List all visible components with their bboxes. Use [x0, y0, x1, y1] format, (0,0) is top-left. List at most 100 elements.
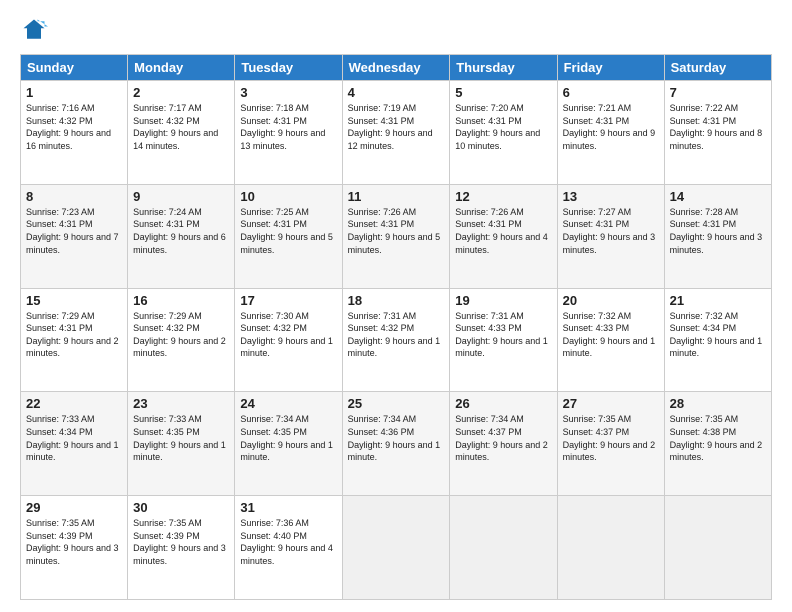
weekday-header-friday: Friday [557, 55, 664, 81]
day-number: 3 [240, 85, 336, 100]
day-info: Sunrise: 7:31 AM Sunset: 4:33 PM Dayligh… [455, 310, 551, 360]
calendar-cell: 21 Sunrise: 7:32 AM Sunset: 4:34 PM Dayli… [664, 288, 771, 392]
day-info: Sunrise: 7:33 AM Sunset: 4:34 PM Dayligh… [26, 413, 122, 463]
day-info: Sunrise: 7:35 AM Sunset: 4:39 PM Dayligh… [133, 517, 229, 567]
calendar-cell [342, 496, 450, 600]
day-number: 15 [26, 293, 122, 308]
calendar-cell: 15Sunrise: 7:29 AM Sunset: 4:31 PM Dayli… [21, 288, 128, 392]
day-info: Sunrise: 7:27 AM Sunset: 4:31 PM Dayligh… [563, 206, 659, 256]
day-info: Sunrise: 7:26 AM Sunset: 4:31 PM Dayligh… [455, 206, 551, 256]
calendar-cell: 4 Sunrise: 7:19 AM Sunset: 4:31 PM Daylig… [342, 81, 450, 185]
calendar-cell: 25 Sunrise: 7:34 AM Sunset: 4:36 PM Dayli… [342, 392, 450, 496]
day-info: Sunrise: 7:20 AM Sunset: 4:31 PM Dayligh… [455, 102, 551, 152]
day-info: Sunrise: 7:26 AM Sunset: 4:31 PM Dayligh… [348, 206, 445, 256]
day-number: 20 [563, 293, 659, 308]
day-number: 10 [240, 189, 336, 204]
day-number: 2 [133, 85, 229, 100]
day-info: Sunrise: 7:34 AM Sunset: 4:36 PM Dayligh… [348, 413, 445, 463]
day-number: 27 [563, 396, 659, 411]
day-info: Sunrise: 7:31 AM Sunset: 4:32 PM Dayligh… [348, 310, 445, 360]
calendar-cell: 2 Sunrise: 7:17 AM Sunset: 4:32 PM Daylig… [128, 81, 235, 185]
calendar-cell: 6 Sunrise: 7:21 AM Sunset: 4:31 PM Daylig… [557, 81, 664, 185]
day-number: 1 [26, 85, 122, 100]
day-info: Sunrise: 7:33 AM Sunset: 4:35 PM Dayligh… [133, 413, 229, 463]
calendar-cell: 9 Sunrise: 7:24 AM Sunset: 4:31 PM Daylig… [128, 184, 235, 288]
day-info: Sunrise: 7:21 AM Sunset: 4:31 PM Dayligh… [563, 102, 659, 152]
weekday-header-tuesday: Tuesday [235, 55, 342, 81]
day-info: Sunrise: 7:25 AM Sunset: 4:31 PM Dayligh… [240, 206, 336, 256]
weekday-header-monday: Monday [128, 55, 235, 81]
day-info: Sunrise: 7:35 AM Sunset: 4:39 PM Dayligh… [26, 517, 122, 567]
calendar-cell [557, 496, 664, 600]
day-number: 29 [26, 500, 122, 515]
day-info: Sunrise: 7:22 AM Sunset: 4:31 PM Dayligh… [670, 102, 766, 152]
calendar-week-5: 29 Sunrise: 7:35 AM Sunset: 4:39 PM Dayli… [21, 496, 772, 600]
day-number: 30 [133, 500, 229, 515]
day-number: 23 [133, 396, 229, 411]
day-info: Sunrise: 7:35 AM Sunset: 4:38 PM Dayligh… [670, 413, 766, 463]
calendar-cell: 18 Sunrise: 7:31 AM Sunset: 4:32 PM Dayli… [342, 288, 450, 392]
calendar-cell: 24 Sunrise: 7:34 AM Sunset: 4:35 PM Dayli… [235, 392, 342, 496]
day-number: 13 [563, 189, 659, 204]
calendar-cell: 3Sunrise: 7:18 AM Sunset: 4:31 PM Daylig… [235, 81, 342, 185]
weekday-header-wednesday: Wednesday [342, 55, 450, 81]
calendar-cell: 5Sunrise: 7:20 AM Sunset: 4:31 PM Daylig… [450, 81, 557, 185]
weekday-header-row: SundayMondayTuesdayWednesdayThursdayFrid… [21, 55, 772, 81]
calendar-cell: 8 Sunrise: 7:23 AM Sunset: 4:31 PM Daylig… [21, 184, 128, 288]
day-number: 9 [133, 189, 229, 204]
page-header [20, 16, 772, 44]
calendar-cell [664, 496, 771, 600]
day-info: Sunrise: 7:34 AM Sunset: 4:35 PM Dayligh… [240, 413, 336, 463]
logo [20, 16, 52, 44]
day-info: Sunrise: 7:28 AM Sunset: 4:31 PM Dayligh… [670, 206, 766, 256]
day-number: 24 [240, 396, 336, 411]
day-info: Sunrise: 7:24 AM Sunset: 4:31 PM Dayligh… [133, 206, 229, 256]
day-number: 4 [348, 85, 445, 100]
calendar-week-1: 1 Sunrise: 7:16 AM Sunset: 4:32 PM Daylig… [21, 81, 772, 185]
day-info: Sunrise: 7:32 AM Sunset: 4:34 PM Dayligh… [670, 310, 766, 360]
day-number: 22 [26, 396, 122, 411]
weekday-header-saturday: Saturday [664, 55, 771, 81]
day-number: 26 [455, 396, 551, 411]
day-info: Sunrise: 7:36 AM Sunset: 4:40 PM Dayligh… [240, 517, 336, 567]
calendar-cell: 31 Sunrise: 7:36 AM Sunset: 4:40 PM Dayli… [235, 496, 342, 600]
day-number: 8 [26, 189, 122, 204]
calendar-cell: 19 Sunrise: 7:31 AM Sunset: 4:33 PM Dayli… [450, 288, 557, 392]
calendar-cell: 23 Sunrise: 7:33 AM Sunset: 4:35 PM Dayli… [128, 392, 235, 496]
day-number: 11 [348, 189, 445, 204]
weekday-header-sunday: Sunday [21, 55, 128, 81]
calendar-cell: 1 Sunrise: 7:16 AM Sunset: 4:32 PM Daylig… [21, 81, 128, 185]
calendar-cell: 10 Sunrise: 7:25 AM Sunset: 4:31 PM Dayli… [235, 184, 342, 288]
day-info: Sunrise: 7:19 AM Sunset: 4:31 PM Dayligh… [348, 102, 445, 152]
weekday-header-thursday: Thursday [450, 55, 557, 81]
calendar-cell: 16 Sunrise: 7:29 AM Sunset: 4:32 PM Dayli… [128, 288, 235, 392]
day-number: 6 [563, 85, 659, 100]
calendar-cell: 30 Sunrise: 7:35 AM Sunset: 4:39 PM Dayli… [128, 496, 235, 600]
calendar-cell: 20Sunrise: 7:32 AM Sunset: 4:33 PM Dayli… [557, 288, 664, 392]
day-info: Sunrise: 7:35 AM Sunset: 4:37 PM Dayligh… [563, 413, 659, 463]
day-info: Sunrise: 7:29 AM Sunset: 4:32 PM Dayligh… [133, 310, 229, 360]
calendar-cell: 12Sunrise: 7:26 AM Sunset: 4:31 PM Dayli… [450, 184, 557, 288]
day-number: 14 [670, 189, 766, 204]
calendar-cell: 7 Sunrise: 7:22 AM Sunset: 4:31 PM Daylig… [664, 81, 771, 185]
day-number: 19 [455, 293, 551, 308]
calendar-cell: 13 Sunrise: 7:27 AM Sunset: 4:31 PM Dayli… [557, 184, 664, 288]
day-info: Sunrise: 7:23 AM Sunset: 4:31 PM Dayligh… [26, 206, 122, 256]
day-number: 7 [670, 85, 766, 100]
calendar-cell: 27 Sunrise: 7:35 AM Sunset: 4:37 PM Dayli… [557, 392, 664, 496]
day-number: 21 [670, 293, 766, 308]
day-number: 25 [348, 396, 445, 411]
day-number: 18 [348, 293, 445, 308]
day-number: 28 [670, 396, 766, 411]
calendar-cell: 26 Sunrise: 7:34 AM Sunset: 4:37 PM Dayli… [450, 392, 557, 496]
calendar-week-3: 15Sunrise: 7:29 AM Sunset: 4:31 PM Dayli… [21, 288, 772, 392]
day-number: 16 [133, 293, 229, 308]
day-info: Sunrise: 7:34 AM Sunset: 4:37 PM Dayligh… [455, 413, 551, 463]
day-info: Sunrise: 7:16 AM Sunset: 4:32 PM Dayligh… [26, 102, 122, 152]
calendar-cell: 29 Sunrise: 7:35 AM Sunset: 4:39 PM Dayli… [21, 496, 128, 600]
calendar-cell: 17Sunrise: 7:30 AM Sunset: 4:32 PM Dayli… [235, 288, 342, 392]
calendar-week-4: 22 Sunrise: 7:33 AM Sunset: 4:34 PM Dayli… [21, 392, 772, 496]
day-info: Sunrise: 7:17 AM Sunset: 4:32 PM Dayligh… [133, 102, 229, 152]
day-number: 31 [240, 500, 336, 515]
calendar-cell [450, 496, 557, 600]
